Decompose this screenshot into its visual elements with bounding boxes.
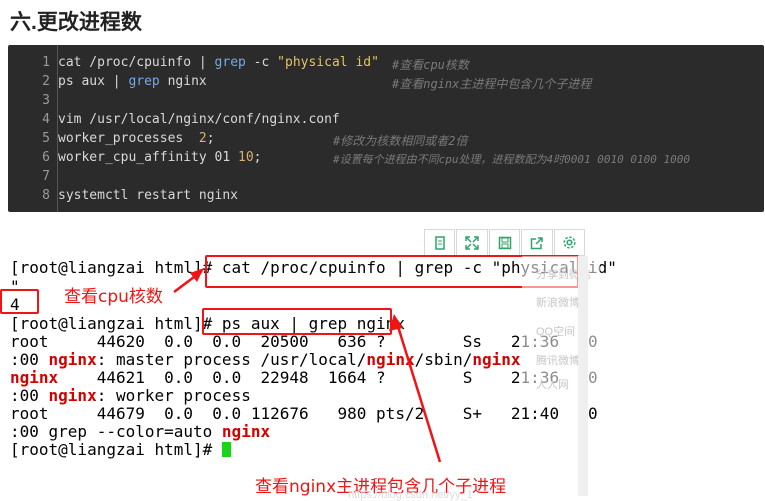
code-line-8: systemctl restart nginx [58, 188, 239, 203]
save-icon[interactable] [488, 229, 521, 256]
share-renren[interactable]: 人人网 [536, 376, 569, 392]
code-comment: #查看cpu核数 [392, 58, 469, 72]
code-line-1: cat /proc/cpuinfo | grep -c "physical id… [58, 55, 379, 70]
line-number: 5 [42, 131, 50, 146]
share-tencent-weibo[interactable]: 腾讯微博 [536, 352, 580, 368]
share-icon[interactable] [521, 229, 553, 256]
terminal-cursor [221, 442, 231, 457]
line-number: 1 [42, 55, 50, 70]
code-block: 1 2 3 4 5 6 7 8 cat /proc/cpuinfo | grep… [8, 45, 764, 212]
expand-icon[interactable] [456, 229, 488, 256]
code-comment: #修改为核数相同或者2倍 [333, 134, 468, 148]
share-weibo[interactable]: 新浪微博 [536, 294, 580, 310]
terminal-line: [root@liangzai html]# [10, 440, 231, 459]
code-line-2: ps aux | grep nginx [58, 74, 207, 89]
terminal-line: root 44679 0.0 0.0 112676 980 pts/2 S+ 2… [10, 404, 598, 423]
highlight-box [0, 289, 39, 314]
terminal-line: :00 nginx: worker process [10, 386, 251, 405]
annotation-cpu: 查看cpu核数 [64, 287, 163, 307]
terminal-line: :00 grep --color=auto nginx [10, 422, 271, 441]
line-number: 2 [42, 74, 50, 89]
share-panel: 分享到微信 新浪微博 QQ空间 腾讯微博 人人网 [522, 256, 600, 396]
scrollbar[interactable] [578, 256, 588, 496]
code-comment: #设置每个进程由不同cpu处理，进程数配为4时0001 0010 0100 10… [333, 153, 690, 166]
terminal-line: nginx 44621 0.0 0.0 22948 1664 ? S 21:36… [10, 368, 598, 387]
watermark: https://blog.csdn.net/yy_1 [348, 489, 473, 501]
code-line-4: vim /usr/local/nginx/conf/nginx.conf [58, 112, 340, 127]
code-comment: #查看nginx主进程中包含几个子进程 [392, 77, 592, 91]
code-line-5: worker_processes 2; [58, 131, 215, 146]
line-number: 3 [42, 93, 50, 108]
settings-icon[interactable] [553, 229, 586, 256]
line-number: 4 [42, 112, 50, 127]
highlight-box [202, 308, 392, 335]
page-title: 六.更改进程数 [10, 11, 142, 34]
share-qzone[interactable]: QQ空间 [536, 323, 575, 339]
code-line-6: worker_cpu_affinity 01 10; [58, 150, 262, 165]
line-number: 6 [42, 150, 50, 165]
terminal-line: :00 nginx: master process /usr/local/ngi… [10, 350, 521, 369]
line-number: 7 [42, 169, 50, 184]
copy-icon[interactable] [424, 229, 456, 256]
line-number: 8 [42, 188, 50, 203]
code-toolbar [424, 229, 586, 256]
line-number-gutter: 1 2 3 4 5 6 7 8 [8, 45, 58, 212]
